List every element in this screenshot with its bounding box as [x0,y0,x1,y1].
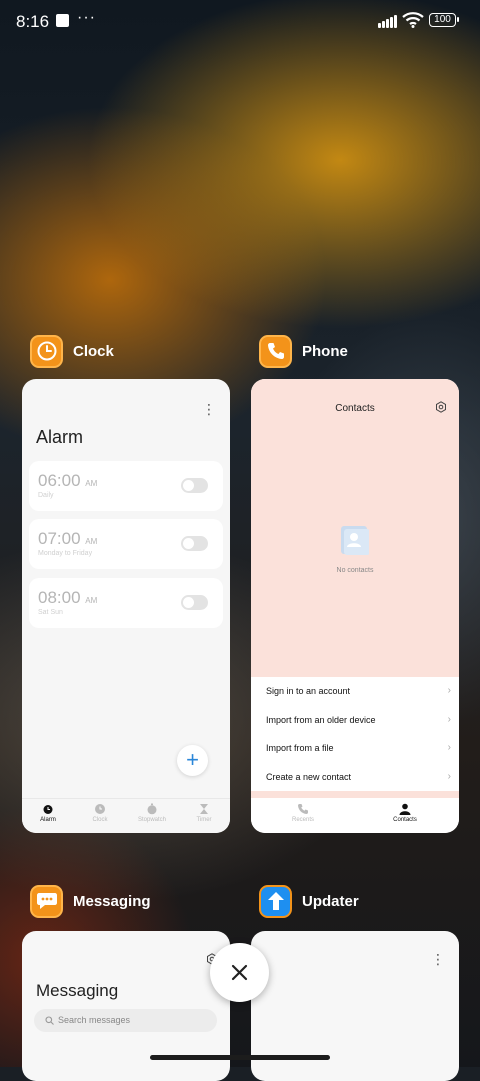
page-title: Contacts [335,403,375,414]
more-notifications-icon: ··· [77,9,96,26]
alarm-item: 06:00 AM Daily [29,461,223,511]
alarm-time: 06:00 [38,471,81,490]
clock-app-icon [30,334,63,368]
page-title: Alarm [36,427,84,447]
alarm-icon [43,805,53,814]
home-indicator[interactable] [150,1055,330,1060]
clock-icon [95,804,105,814]
app-header-updater[interactable]: Updater [259,883,359,919]
alarm-repeat: Monday to Friday [38,550,93,557]
phone-tab-bar: Recents Contacts [251,798,459,833]
tab-clock: Clock [74,803,126,823]
app-header-clock[interactable]: Clock [30,333,114,369]
notification-square-icon [56,14,69,27]
menu-item-import-file: Import from a file › [266,742,451,753]
chevron-right-icon: › [447,685,451,696]
close-icon [231,964,248,981]
stopwatch-icon [147,803,157,815]
app-name: Messaging [73,892,151,910]
alarm-toggle [181,595,208,610]
updater-app-icon [259,884,292,918]
phone-app-icon [259,334,292,368]
messaging-app-icon [30,884,63,918]
alarm-item: 07:00 AM Monday to Friday [29,519,223,569]
hourglass-icon [200,804,208,814]
app-name: Clock [73,342,114,360]
chevron-right-icon: › [447,714,451,725]
add-alarm-button: + [177,745,208,776]
page-title: Messaging [36,981,119,1000]
recent-card-clock[interactable]: ⋮ Alarm 06:00 AM Daily 07:00 AM Monday t… [22,379,230,833]
alarm-toggle [181,536,208,551]
alarm-ampm: AM [85,537,98,546]
wifi-icon [402,12,424,28]
alarm-repeat: Sat Sun [38,609,63,616]
tab-contacts: Contacts [379,803,431,823]
tab-recents: Recents [277,803,329,823]
tab-alarm: Alarm [22,803,74,823]
phone-icon [298,804,308,814]
search-placeholder: Search messages [58,1015,131,1025]
alarm-item: 08:00 AM Sat Sun [29,578,223,628]
chevron-right-icon: › [447,742,451,753]
app-name: Updater [302,892,359,910]
contacts-options-menu: Sign in to an account › Import from an ol… [251,677,459,792]
menu-item-create-contact: Create a new contact › [266,771,451,782]
more-options-icon: ⋮ [431,951,445,967]
alarm-ampm: AM [85,479,98,488]
divider [251,791,459,798]
tab-timer: Timer [178,803,230,823]
app-name: Phone [302,342,348,360]
signal-icon [378,14,398,28]
search-icon [45,1016,54,1025]
chevron-right-icon: › [447,771,451,782]
status-bar: 8:16 ··· 100 [0,0,480,44]
alarm-ampm: AM [85,596,98,605]
app-header-messaging[interactable]: Messaging [30,883,151,919]
empty-state-text: No contacts [336,567,374,574]
menu-item-import-device: Import from an older device › [266,714,451,725]
empty-contacts-icon [341,526,369,555]
battery-icon: 100 [429,13,459,27]
clock-tab-bar: Alarm Clock Stopwatch Timer [22,798,230,833]
clear-all-button[interactable] [210,943,269,1002]
tab-stopwatch: Stopwatch [126,803,178,823]
person-icon [399,803,411,815]
recent-card-phone[interactable]: Contacts No contacts Sign in to an accou… [251,379,459,833]
alarm-toggle [181,478,208,493]
contacts-panel: Contacts No contacts [251,379,459,677]
more-options-icon: ⋮ [202,401,216,417]
alarm-repeat: Daily [38,492,54,499]
app-header-phone[interactable]: Phone [259,333,348,369]
search-messages-field: Search messages [34,1009,217,1032]
status-time: 8:16 [16,12,50,31]
settings-gear-icon [436,401,446,413]
alarm-time: 07:00 [38,529,81,548]
alarm-time: 08:00 [38,588,81,607]
menu-item-sign-in: Sign in to an account › [266,685,451,696]
